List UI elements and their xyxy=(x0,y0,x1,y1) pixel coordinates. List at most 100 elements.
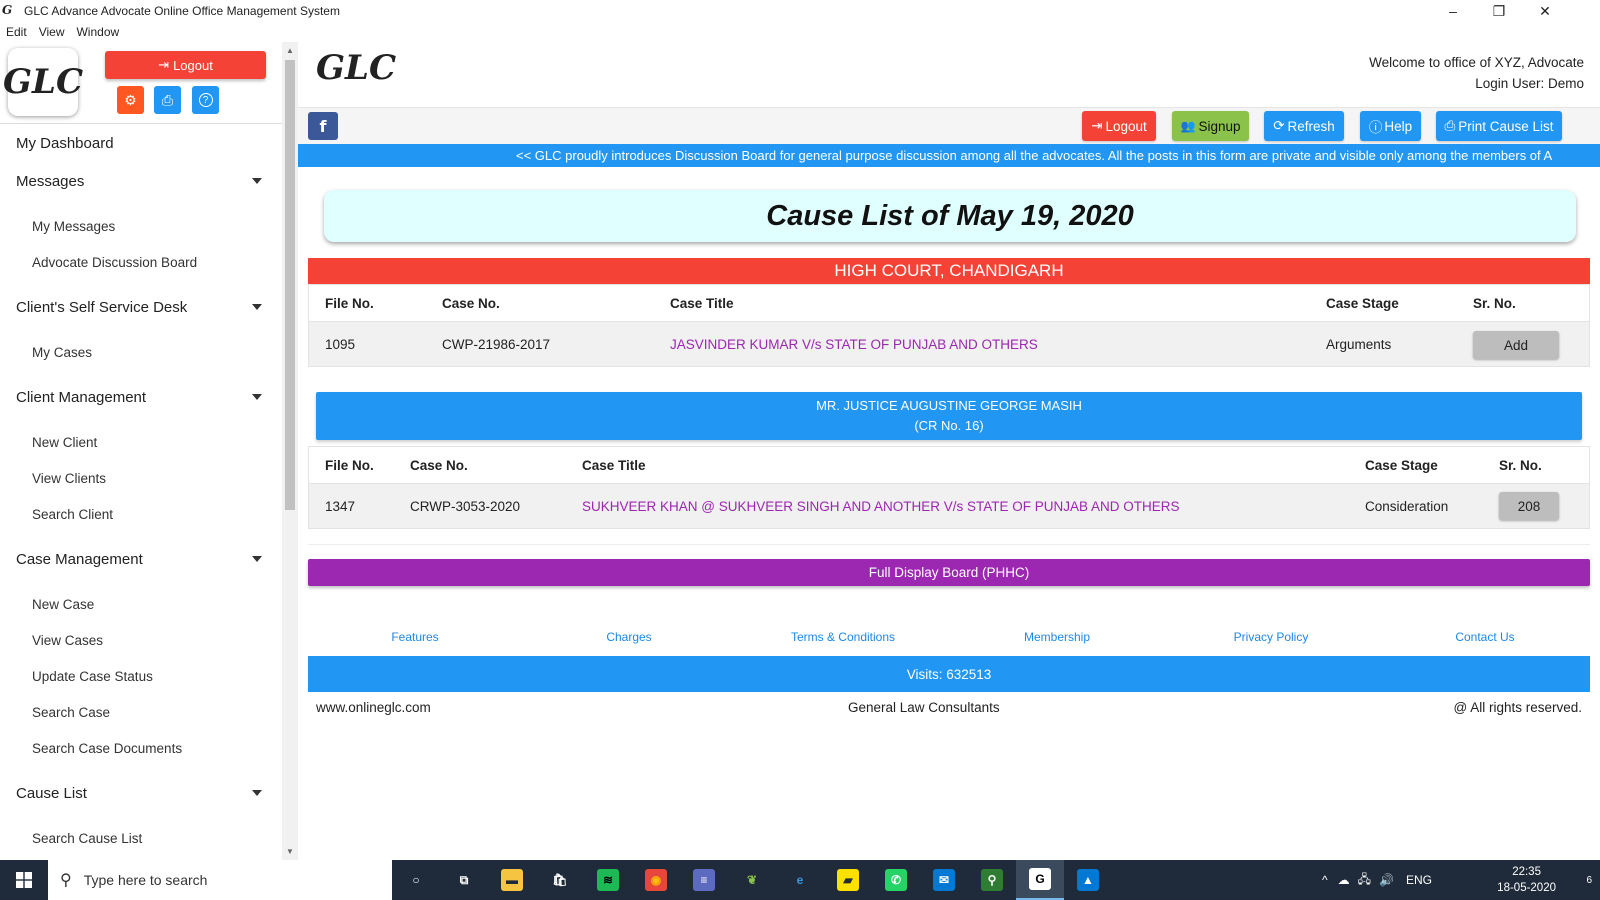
sidebar-group-client-management[interactable]: Client Management xyxy=(0,378,282,416)
sidebar-group-case-management[interactable]: Case Management xyxy=(0,540,282,578)
footer-link-terms[interactable]: Terms & Conditions xyxy=(736,630,950,644)
sidebar-group-label: Case Management xyxy=(16,550,143,568)
cloud-icon[interactable]: ☁ xyxy=(1338,873,1350,887)
sidebar-item-view-cases[interactable]: View Cases xyxy=(0,622,282,658)
footer-link-features[interactable]: Features xyxy=(308,630,522,644)
sidebar-group-label: Messages xyxy=(16,172,85,190)
col-file-no: File No. xyxy=(325,457,374,473)
glc-app-taskbar-button[interactable]: G xyxy=(1016,860,1064,900)
sidebar-item-search-case[interactable]: Search Case xyxy=(0,694,282,730)
settings-button[interactable]: ⚙ xyxy=(117,86,144,114)
print-cause-list-button[interactable]: ⎙ Print Cause List xyxy=(1436,111,1562,141)
logout-icon: ⇥ xyxy=(1091,118,1103,133)
start-button[interactable] xyxy=(0,860,48,900)
gear-icon: ⚙ xyxy=(124,91,137,108)
caret-down-icon xyxy=(252,304,262,310)
sidebar-item-search-cause-list[interactable]: Search Cause List xyxy=(0,820,282,856)
help-button[interactable]: ⓘ Help xyxy=(1360,111,1421,141)
clock-time: 22:35 xyxy=(1512,866,1541,878)
minimize-button[interactable]: – xyxy=(1430,0,1476,22)
print-button[interactable]: ⎙ xyxy=(154,86,181,114)
store-taskbar-button[interactable]: 🛍 xyxy=(536,860,584,900)
language-indicator[interactable]: ENG xyxy=(1406,873,1432,887)
court-room: (CR No. 16) xyxy=(914,418,984,433)
sidebar-item-update-case-status[interactable]: Update Case Status xyxy=(0,658,282,694)
sidebar-group-self-service[interactable]: Client's Self Service Desk xyxy=(0,288,282,326)
logout-button[interactable]: ⇥ Logout xyxy=(1082,111,1156,141)
glc-app-icon: G xyxy=(1029,868,1051,890)
sidebar-item-search-client[interactable]: Search Client xyxy=(0,496,282,532)
app-icon: G xyxy=(2,3,13,17)
footer-bottom: www.onlineglc.com General Law Consultant… xyxy=(308,696,1590,720)
taskbar-search[interactable]: ⚲ Type here to search xyxy=(48,860,392,900)
menu-window[interactable]: Window xyxy=(76,25,119,39)
maps-app-taskbar-button[interactable]: ⚲ xyxy=(968,860,1016,900)
media-app-icon: ≡ xyxy=(693,869,715,891)
table-row: 1095 CWP-21986-2017 JASVINDER KUMAR V/s … xyxy=(309,322,1589,366)
sidebar-group-cause-list[interactable]: Cause List xyxy=(0,774,282,812)
sidebar-item-view-clients[interactable]: View Clients xyxy=(0,460,282,496)
cortana-icon: ○ xyxy=(412,873,420,887)
sticky-notes-taskbar-button[interactable]: ▰ xyxy=(824,860,872,900)
menu-edit[interactable]: Edit xyxy=(6,25,27,39)
case-title-link[interactable]: JASVINDER KUMAR V/s STATE OF PUNJAB AND … xyxy=(670,322,1038,366)
spotify-taskbar-button[interactable]: ≋ xyxy=(584,860,632,900)
footer-link-contact[interactable]: Contact Us xyxy=(1378,630,1592,644)
sidebar-item-new-case[interactable]: New Case xyxy=(0,586,282,622)
sidebar-item-discussion-board[interactable]: Advocate Discussion Board xyxy=(0,244,282,280)
notifications-icon[interactable]: 6 xyxy=(1586,870,1592,886)
whatsapp-taskbar-button[interactable]: ✆ xyxy=(872,860,920,900)
task-view-taskbar-button[interactable]: ⧉ xyxy=(440,860,488,900)
taskbar-clock[interactable]: 22:35 18-05-2020 xyxy=(1497,864,1556,896)
footer-company: General Law Consultants xyxy=(848,700,1000,715)
sidebar-item-search-case-documents[interactable]: Search Case Documents xyxy=(0,730,282,766)
sidebar-item-new-client[interactable]: New Client xyxy=(0,424,282,460)
sidebar-scrollbar[interactable]: ▲ ▼ xyxy=(282,42,298,860)
close-button[interactable]: ✕ xyxy=(1522,0,1568,22)
leaf-app-icon: ❦ xyxy=(746,873,758,887)
menu-view[interactable]: View xyxy=(39,25,65,39)
network-icon[interactable]: 🖧 xyxy=(1358,870,1371,891)
sr-no-badge[interactable]: 208 xyxy=(1499,492,1559,520)
caret-down-icon xyxy=(252,790,262,796)
photos-taskbar-button[interactable]: ▲ xyxy=(1064,860,1112,900)
footer-link-privacy[interactable]: Privacy Policy xyxy=(1164,630,1378,644)
signup-label: Signup xyxy=(1198,118,1241,134)
footer-link-membership[interactable]: Membership xyxy=(950,630,1164,644)
sidebar-item-my-cases[interactable]: My Cases xyxy=(0,334,282,370)
col-file-no: File No. xyxy=(325,295,374,311)
refresh-label: Refresh xyxy=(1287,118,1335,134)
footer-link-charges[interactable]: Charges xyxy=(522,630,736,644)
file-explorer-taskbar-button[interactable]: ▬ xyxy=(488,860,536,900)
volume-icon[interactable]: 🔊 xyxy=(1379,873,1394,887)
scrollbar-thumb[interactable] xyxy=(285,60,295,510)
scroll-down-icon[interactable]: ▼ xyxy=(286,847,294,856)
leaf-app-taskbar-button[interactable]: ❦ xyxy=(728,860,776,900)
print-cause-list-label: Print Cause List xyxy=(1458,118,1554,134)
case-title-link[interactable]: SUKHVEER KHAN @ SUKHVEER SINGH AND ANOTH… xyxy=(582,484,1180,528)
sidebar-group-messages[interactable]: Messages xyxy=(0,162,282,200)
edge-taskbar-button[interactable]: e xyxy=(776,860,824,900)
sidebar-logo: GLC xyxy=(3,48,83,116)
sidebar-item-my-messages[interactable]: My Messages xyxy=(0,208,282,244)
add-sr-button[interactable]: Add xyxy=(1473,331,1559,359)
footer-rights: @ All rights reserved. xyxy=(1453,700,1582,715)
mail-taskbar-button[interactable]: ✉ xyxy=(920,860,968,900)
page-title: Cause List of May 19, 2020 xyxy=(324,190,1576,242)
refresh-button[interactable]: ⟳ Refresh xyxy=(1264,111,1344,141)
restore-button[interactable]: ❐ xyxy=(1476,0,1522,22)
facebook-icon[interactable]: f xyxy=(308,112,338,140)
tray-chevron-icon[interactable]: ^ xyxy=(1322,873,1328,887)
media-app-taskbar-button[interactable]: ≡ xyxy=(680,860,728,900)
cortana-taskbar-button[interactable]: ○ xyxy=(392,860,440,900)
help-button[interactable]: ? xyxy=(192,86,219,114)
chrome-taskbar-button[interactable]: ◉ xyxy=(632,860,680,900)
search-placeholder: Type here to search xyxy=(83,872,208,888)
full-display-board-button[interactable]: Full Display Board (PHHC) xyxy=(308,559,1590,586)
sidebar-logout-button[interactable]: ⇥ Logout xyxy=(105,51,266,79)
signup-button[interactable]: 👥 Signup xyxy=(1172,111,1249,141)
sidebar-item-dashboard[interactable]: My Dashboard xyxy=(0,124,282,162)
scroll-up-icon[interactable]: ▲ xyxy=(286,46,294,55)
edge-icon: e xyxy=(796,873,804,887)
news-marquee[interactable]: << GLC proudly introduces Discussion Boa… xyxy=(298,144,1600,167)
